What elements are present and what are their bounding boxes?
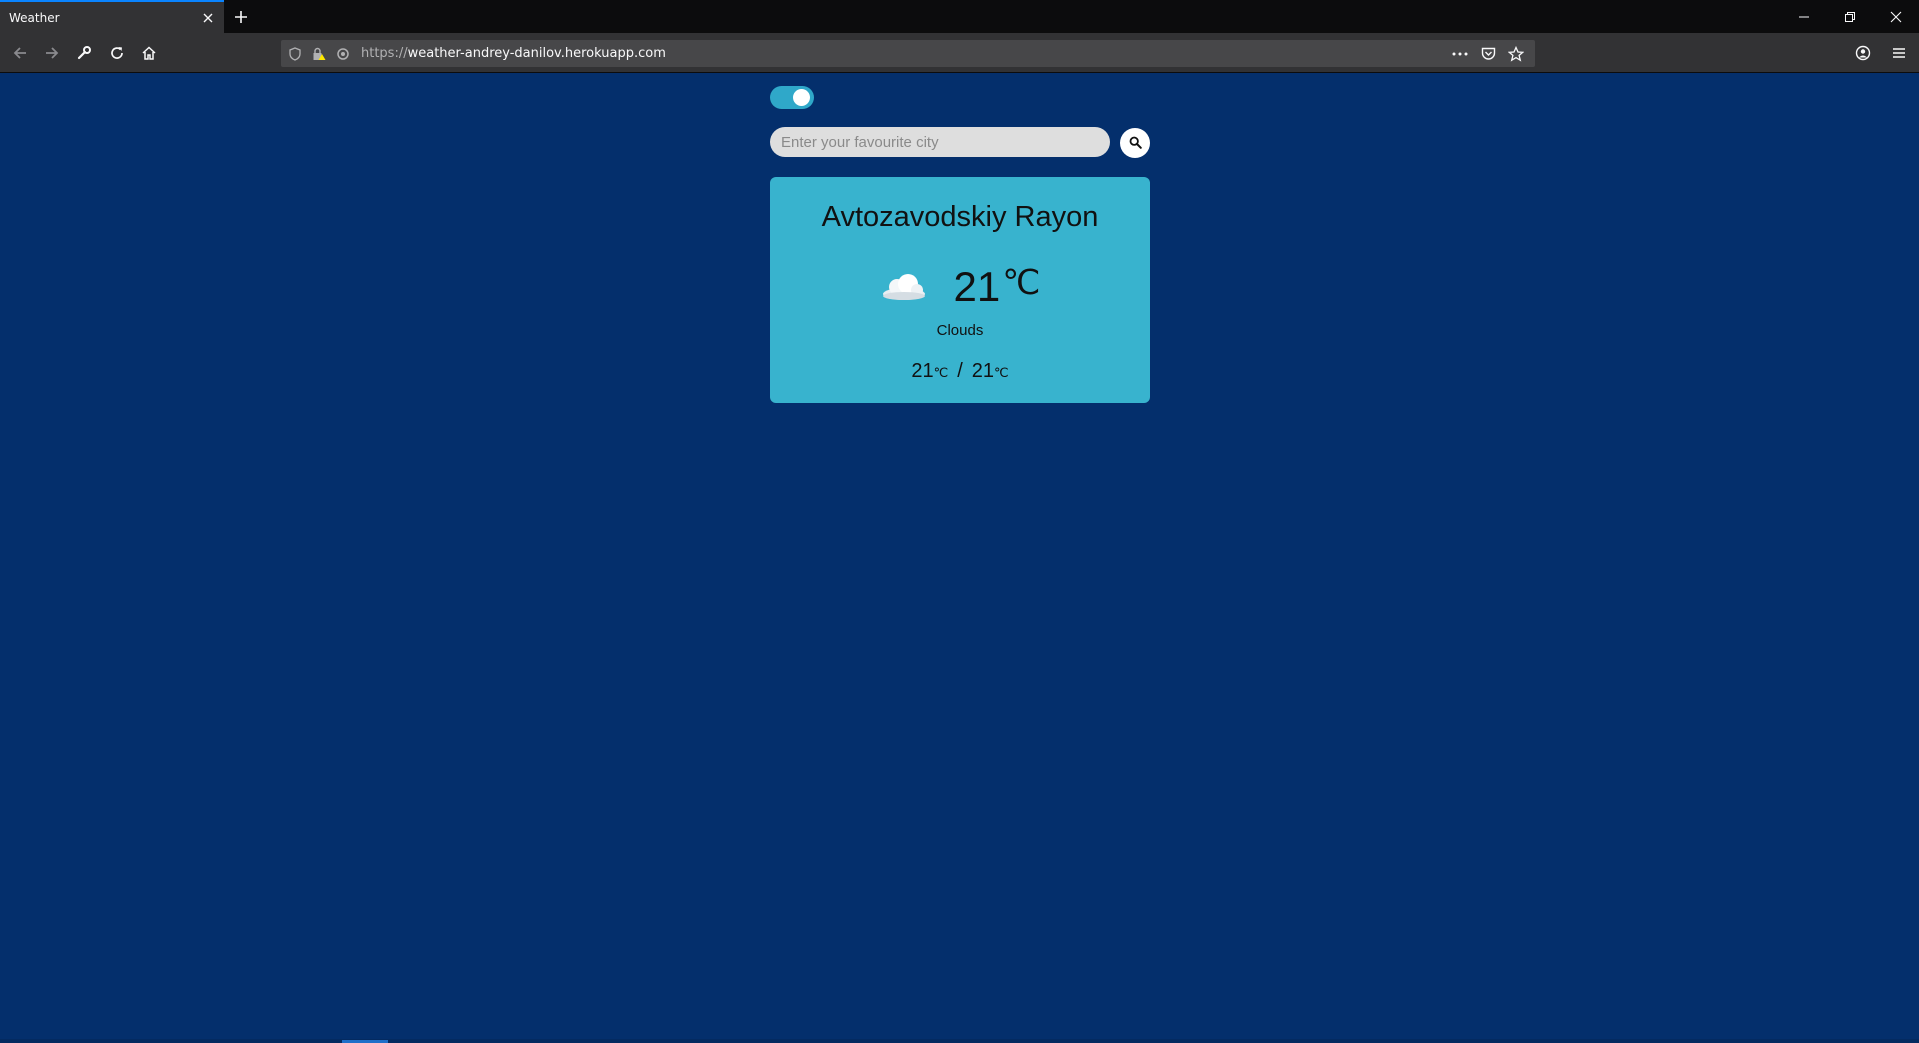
weather-card: Avtozavodskiy Rayon 21 ℃ Clouds 21 ℃ / 21 ℃ (770, 177, 1150, 403)
pocket-icon[interactable] (1477, 43, 1499, 65)
current-temperature: 21 ℃ (954, 263, 1041, 311)
temp-min-unit: ℃ (933, 365, 949, 380)
weather-description: Clouds (936, 322, 984, 339)
url-bar[interactable]: https://weather-andrey-danilov.herokuapp… (281, 40, 1535, 67)
browser-tab-active[interactable]: Weather (0, 0, 224, 33)
current-weather: 21 ℃ (770, 263, 1150, 311)
minimize-icon[interactable] (1781, 0, 1827, 33)
url-protocol: https:// (361, 46, 408, 61)
url-actions (1449, 40, 1527, 67)
theme-toggle[interactable] (770, 86, 814, 109)
restore-icon[interactable] (1827, 0, 1873, 33)
temp-min-value: 21 (911, 360, 934, 382)
close-tab-icon[interactable] (196, 6, 220, 30)
account-icon[interactable] (1849, 39, 1877, 67)
search-button[interactable] (1120, 128, 1150, 158)
url-host: weather-andrey-danilov.herokuapp.com (407, 46, 666, 61)
city-search-input[interactable] (770, 127, 1110, 157)
bottom-edge (0, 1039, 1919, 1043)
bookmark-star-icon[interactable] (1505, 43, 1527, 65)
toggle-knob (793, 89, 810, 106)
cloud-icon (880, 272, 928, 302)
temperature-unit: ℃ (1002, 264, 1041, 302)
reload-icon[interactable] (103, 39, 131, 67)
min-max-temperature: 21 ℃ / 21 ℃ (770, 360, 1150, 383)
tab-title: Weather (9, 10, 60, 25)
search-icon (1129, 134, 1142, 153)
permissions-icon[interactable] (333, 40, 353, 67)
weather-page: Avtozavodskiy Rayon 21℃ Clouds 21℃ / 21℃ (0, 74, 1919, 1043)
temp-max-value: 21 (971, 360, 995, 382)
temp-max-unit: ℃ (994, 365, 1009, 380)
window-controls (1781, 0, 1919, 33)
insecure-lock-icon[interactable] (309, 40, 329, 67)
close-window-icon[interactable] (1873, 0, 1919, 33)
tab-strip: Weather (0, 0, 1919, 33)
menu-icon[interactable] (1885, 39, 1913, 67)
tracking-shield-icon[interactable] (285, 40, 305, 67)
forward-icon[interactable] (38, 39, 66, 67)
temp-separator: / (957, 360, 963, 382)
city-name: Avtozavodskiy Rayon (821, 201, 1099, 233)
new-tab-icon[interactable] (228, 4, 254, 30)
more-actions-icon[interactable] (1449, 43, 1471, 65)
toolbar-right (1849, 39, 1913, 67)
wrench-icon[interactable] (70, 39, 98, 67)
home-icon[interactable] (135, 39, 163, 67)
back-icon[interactable] (6, 39, 34, 67)
url-text: https://weather-andrey-danilov.herokuapp… (361, 46, 666, 61)
temperature-value: 21 (953, 263, 1001, 310)
